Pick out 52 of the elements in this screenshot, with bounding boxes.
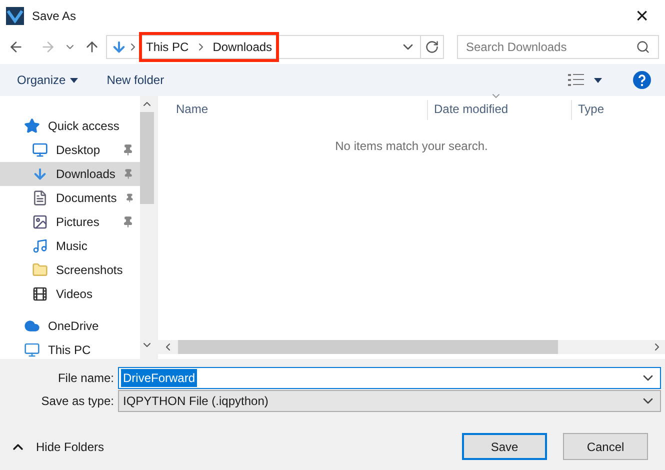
sidebar-item[interactable]: Documents — [0, 186, 140, 210]
sidebar-item[interactable]: Pictures — [0, 210, 140, 234]
hide-folders-button[interactable]: Hide Folders — [0, 438, 104, 456]
sidebar-item[interactable]: Desktop — [0, 138, 140, 162]
back-icon[interactable] — [8, 39, 24, 55]
save-type-label: Save as type: — [40, 393, 115, 410]
star-icon — [24, 118, 40, 134]
sidebar-item[interactable]: Music — [0, 234, 140, 258]
search-field[interactable]: Search Downloads — [457, 35, 659, 59]
scroll-thumb[interactable] — [178, 340, 558, 354]
cloud-icon — [24, 318, 40, 334]
column-header[interactable]: Type — [572, 100, 604, 120]
sidebar-item[interactable]: Screenshots — [0, 258, 140, 282]
breadcrumb[interactable]: This PC — [146, 38, 189, 56]
sidebar-item[interactable]: Quick access — [0, 114, 140, 138]
window-title: Save As — [32, 8, 76, 25]
caret-icon[interactable] — [594, 78, 602, 82]
horizontal-scrollbar[interactable] — [158, 340, 665, 354]
breadcrumb[interactable]: Downloads — [212, 38, 272, 56]
sidebar-item[interactable]: OneDrive — [0, 314, 140, 338]
file-name-field[interactable]: DriveForward — [118, 367, 661, 389]
empty-message: No items match your search. — [335, 138, 488, 155]
save-type-dropdown[interactable]: IQPYTHON File (.iqpython) — [118, 390, 661, 412]
document-icon — [32, 190, 48, 206]
music-note-icon — [32, 238, 48, 254]
sidebar-item[interactable]: This PC — [0, 338, 140, 362]
file-name-label: File name: — [56, 370, 115, 387]
film-icon — [32, 286, 48, 302]
selected-text: DriveForward — [121, 369, 198, 387]
column-header[interactable]: Name — [158, 100, 428, 120]
close-button[interactable]: × — [619, 0, 665, 32]
view-options-icon[interactable] — [568, 74, 584, 86]
organize-menu[interactable]: Organize — [17, 71, 78, 89]
new-folder-button[interactable]: New folder — [106, 71, 164, 89]
dialog-button[interactable]: Cancel — [563, 433, 648, 460]
folder-icon — [32, 262, 48, 278]
computer-icon — [24, 342, 40, 358]
app-logo-icon — [6, 7, 24, 25]
monitor-icon — [32, 142, 48, 158]
sidebar-item[interactable]: Videos — [0, 282, 140, 306]
help-icon[interactable] — [633, 71, 651, 89]
picture-icon — [32, 214, 48, 230]
scroll-thumb[interactable] — [140, 112, 154, 204]
caret-icon — [70, 78, 78, 82]
dialog-button[interactable]: Save — [462, 433, 547, 460]
search-icon — [636, 40, 650, 54]
sidebar-item[interactable]: Downloads — [0, 162, 140, 186]
column-header[interactable]: Date modified — [428, 100, 572, 120]
refresh-icon[interactable] — [425, 40, 439, 54]
address-bar[interactable]: This PC Downloads — [106, 35, 444, 59]
up-icon[interactable] — [84, 39, 100, 55]
search-input[interactable]: Search Downloads — [466, 38, 636, 56]
